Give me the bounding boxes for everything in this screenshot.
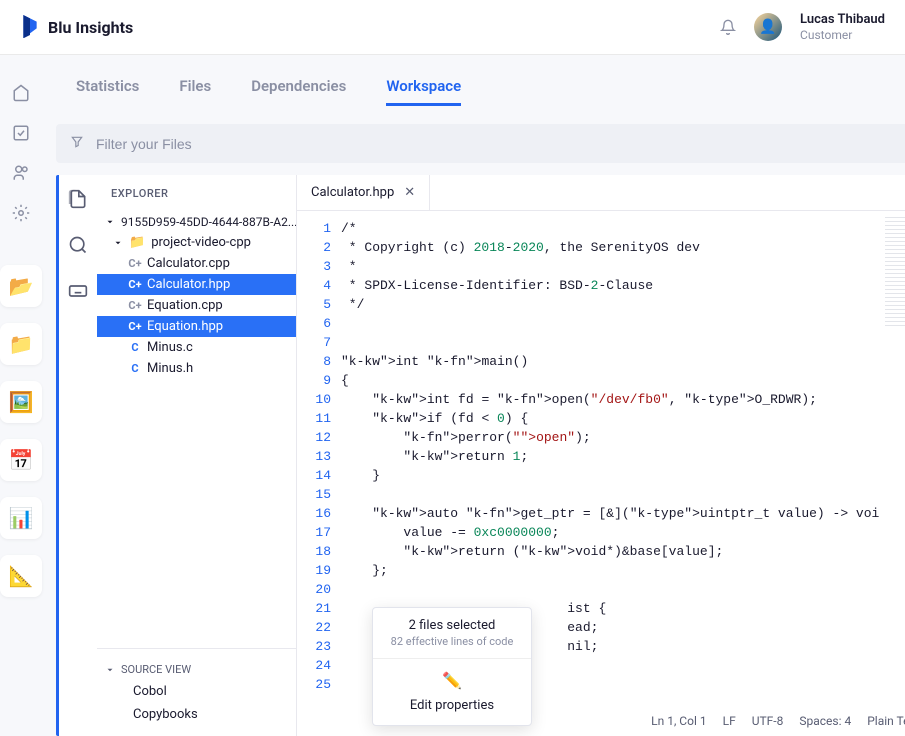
app-name: Blu Insights <box>48 18 133 37</box>
line-gutter: 1234567891011121314151617181920212223242… <box>297 211 341 736</box>
status-cursor[interactable]: Ln 1, Col 1 <box>651 714 706 728</box>
notifications-icon[interactable] <box>720 19 736 35</box>
file-type-icon: C+ <box>129 279 141 291</box>
status-bar: Ln 1, Col 1 LF UTF-8 Spaces: 4 Plain Tex… <box>645 710 905 732</box>
editor-tab-label: Calculator.hpp <box>311 185 394 200</box>
status-lang[interactable]: Plain Text <box>867 714 905 728</box>
editor-tab[interactable]: Calculator.hpp ✕ <box>297 175 430 210</box>
tab-statistics[interactable]: Statistics <box>76 69 139 106</box>
selection-popup: 2 files selected 82 effective lines of c… <box>372 607 532 726</box>
explorer-panel: EXPLORER 9155D959-45DD-4644-887B-A2... 📁… <box>97 175 297 736</box>
file-item[interactable]: C Minus.c <box>97 337 296 358</box>
app-header: Blu Insights 👤 Lucas Thibaud Customer <box>0 0 905 55</box>
main-tabs: Statistics Files Dependencies Workspace <box>56 69 905 106</box>
file-item[interactable]: C+ Equation.hpp <box>97 316 296 337</box>
list-view-icon[interactable] <box>895 184 905 201</box>
source-view-item[interactable]: Cobol <box>105 680 288 703</box>
editor-tabs: Calculator.hpp ✕ <box>297 175 905 211</box>
tab-dependencies[interactable]: Dependencies <box>251 69 346 106</box>
file-name: Calculator.cpp <box>147 256 230 271</box>
explorer-title: EXPLORER <box>97 175 296 212</box>
folder-icon: 📁 <box>129 235 145 250</box>
nav-people-icon[interactable] <box>3 155 39 191</box>
nav-settings-icon[interactable] <box>3 195 39 231</box>
rail-search-icon[interactable] <box>68 235 88 259</box>
file-item[interactable]: C+ Equation.cpp <box>97 295 296 316</box>
user-name: Lucas Thibaud <box>800 12 885 28</box>
tool-tile-2[interactable]: 📁 <box>0 323 42 365</box>
popup-title: 2 files selected <box>383 618 521 633</box>
file-item[interactable]: C+ Calculator.hpp <box>97 274 296 295</box>
avatar[interactable]: 👤 <box>754 13 782 41</box>
file-name: Minus.h <box>147 361 193 376</box>
source-view-header[interactable]: SOURCE VIEW <box>105 659 288 680</box>
popup-action-label: Edit properties <box>410 698 494 713</box>
logo[interactable]: Blu Insights <box>20 15 133 39</box>
popup-subtitle: 82 effective lines of code <box>383 635 521 648</box>
user-info[interactable]: Lucas Thibaud Customer <box>800 12 885 42</box>
close-icon[interactable]: ✕ <box>404 185 415 200</box>
edit-properties-button[interactable]: ✏️ Edit properties <box>373 659 531 725</box>
source-view-item[interactable]: Copybooks <box>105 703 288 726</box>
tree-folder[interactable]: 📁 project-video-cpp <box>97 232 296 253</box>
file-type-icon: C <box>129 342 141 354</box>
explorer-rail <box>59 175 97 736</box>
file-type-icon: C+ <box>129 321 141 333</box>
file-item[interactable]: C+ Calculator.cpp <box>97 253 296 274</box>
chevron-down-icon <box>105 665 115 675</box>
tree-root[interactable]: 9155D959-45DD-4644-887B-A2... <box>97 212 296 232</box>
tool-tile-1[interactable]: 📂 <box>0 265 42 307</box>
tab-workspace[interactable]: Workspace <box>386 69 461 106</box>
rail-files-icon[interactable] <box>68 189 88 213</box>
user-role: Customer <box>800 28 885 42</box>
file-type-icon: C+ <box>129 258 141 270</box>
file-tree: 9155D959-45DD-4644-887B-A2... 📁 project-… <box>97 212 296 648</box>
file-name: Equation.hpp <box>147 319 223 334</box>
tool-tile-3[interactable]: 🖼️ <box>0 381 42 423</box>
filter-icon[interactable] <box>70 134 84 153</box>
tool-tile-6[interactable]: 📐 <box>0 555 42 597</box>
tool-tile-5[interactable]: 📊 <box>0 497 42 539</box>
filter-input[interactable] <box>96 136 905 152</box>
file-name: Minus.c <box>147 340 193 355</box>
file-name: Equation.cpp <box>147 298 223 313</box>
file-item[interactable]: C Minus.h <box>97 358 296 379</box>
status-spaces[interactable]: Spaces: 4 <box>799 714 851 728</box>
chevron-down-icon <box>113 238 123 248</box>
rail-keyboard-icon[interactable] <box>68 281 88 305</box>
left-sidebar: 📂 📁 🖼️ 📅 📊 📐 <box>0 55 42 736</box>
nav-check-icon[interactable] <box>3 115 39 151</box>
pencil-icon: ✏️ <box>442 671 462 690</box>
tool-tile-4[interactable]: 📅 <box>0 439 42 481</box>
file-type-icon: C+ <box>129 300 141 312</box>
nav-home-icon[interactable] <box>3 75 39 111</box>
chevron-down-icon <box>105 217 115 227</box>
status-eol[interactable]: LF <box>723 714 736 728</box>
filter-bar <box>56 124 905 163</box>
file-name: Calculator.hpp <box>147 277 230 292</box>
source-view: SOURCE VIEW Cobol Copybooks <box>97 648 296 736</box>
file-type-icon: C <box>129 363 141 375</box>
status-encoding[interactable]: UTF-8 <box>752 714 784 728</box>
logo-icon <box>20 15 40 39</box>
tab-files[interactable]: Files <box>179 69 211 106</box>
minimap[interactable] <box>879 211 905 736</box>
